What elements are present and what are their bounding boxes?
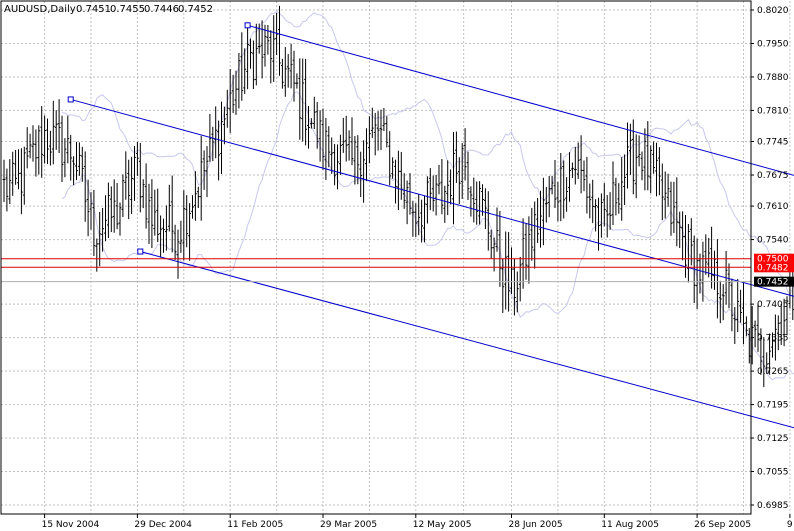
- x-tick-label: 29 Mar 2005: [320, 520, 377, 530]
- channel-anchor-handle[interactable]: [244, 22, 251, 29]
- x-tick-label: 29 Dec 2004: [134, 520, 192, 530]
- open-value: 0.7451: [76, 4, 111, 15]
- x-tick-label: 28 Jun 2005: [509, 520, 563, 530]
- x-tick-label: 11 Aug 2005: [601, 520, 659, 530]
- x-tick-label: 15 Nov 2004: [42, 520, 100, 530]
- price-chart[interactable]: 0.75000.74820.7452 0.80200.79500.78800.7…: [0, 0, 794, 531]
- symbol-label: AUDUSD,Daily: [4, 4, 76, 15]
- current-price-tag-label: 0.7452: [757, 278, 789, 288]
- y-tick-label: 0.7335: [757, 334, 789, 344]
- y-tick-label: 0.7405: [757, 300, 789, 310]
- chart-background: [0, 0, 794, 531]
- close-value: 0.7452: [178, 4, 213, 15]
- x-tick-label: 26 Sep 2005: [694, 520, 751, 530]
- y-tick-label: 0.7810: [757, 106, 789, 116]
- y-tick-label: 0.7540: [757, 236, 789, 246]
- y-tick-label: 0.7265: [757, 367, 789, 377]
- y-tick-label: 0.7125: [757, 434, 789, 444]
- low-value: 0.7446: [144, 4, 179, 15]
- y-tick-label: 0.7880: [757, 73, 789, 83]
- x-tick-label: 11 Feb 2005: [227, 520, 283, 530]
- price-line-tag-label: 0.7482: [757, 263, 789, 273]
- y-tick-label: 0.7745: [757, 138, 789, 148]
- high-value: 0.7455: [110, 4, 145, 15]
- y-tick-label: 0.7950: [757, 39, 789, 49]
- y-tick-label: 0.6985: [757, 501, 789, 511]
- y-tick-label: 0.7055: [757, 468, 789, 478]
- chart-window[interactable]: 0.7500 0.7482 0.7452 0.8020 0.7950 0.7880 0.7…: [0, 0, 794, 531]
- y-tick-label: 0.8020: [757, 6, 789, 16]
- y-tick-label: 0.7610: [757, 202, 789, 212]
- x-tick-label: 9 Nov 2005: [787, 520, 794, 530]
- channel-anchor-handle[interactable]: [67, 96, 74, 103]
- x-tick-label: 12 May 2005: [413, 520, 472, 530]
- y-tick-label: 0.7195: [757, 401, 789, 411]
- y-tick-label: 0.7675: [757, 171, 789, 181]
- channel-anchor-handle[interactable]: [137, 248, 144, 255]
- chart-header: AUDUSD,Daily 0.7451 0.7455 0.7446 0.7452: [4, 4, 213, 15]
